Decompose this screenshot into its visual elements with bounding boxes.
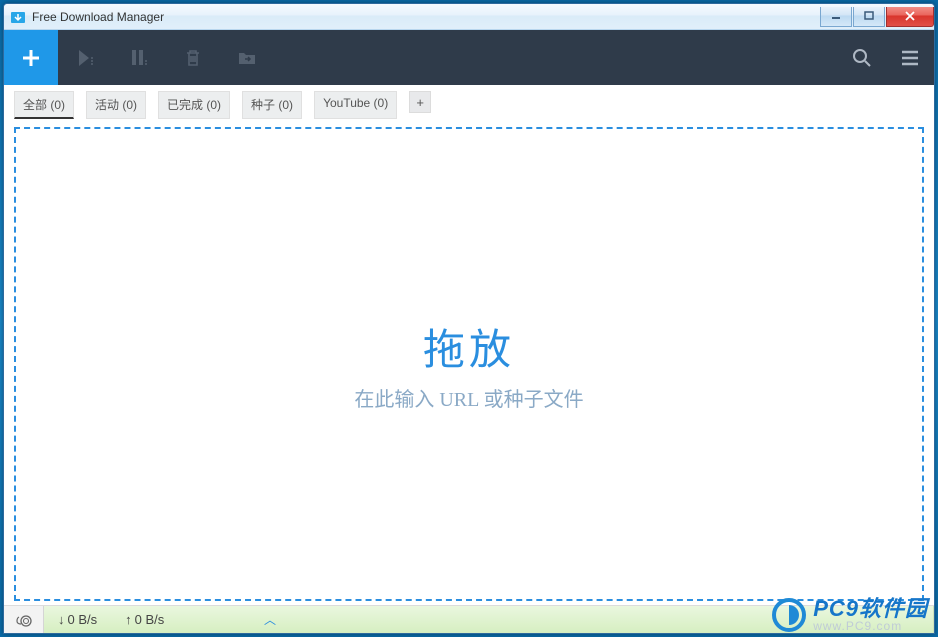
- tab-torrents[interactable]: 种子 (0): [242, 91, 302, 119]
- status-bar: ↓0 B/s ↑0 B/s ︿: [4, 605, 934, 633]
- close-button[interactable]: [886, 7, 934, 27]
- toolbar: [4, 30, 934, 85]
- snail-mode-button[interactable]: [4, 606, 44, 633]
- plus-icon: [19, 46, 43, 70]
- add-download-button[interactable]: [4, 30, 58, 85]
- move-button[interactable]: [220, 30, 274, 85]
- window-controls: [819, 7, 934, 27]
- app-icon: [10, 9, 26, 25]
- up-arrow-icon: ↑: [125, 612, 132, 627]
- start-button[interactable]: [58, 30, 112, 85]
- maximize-button[interactable]: [853, 7, 885, 27]
- maximize-icon: [864, 11, 874, 21]
- menu-button[interactable]: [886, 30, 934, 85]
- pause-button[interactable]: [112, 30, 166, 85]
- chevron-up-icon[interactable]: ︿: [264, 611, 276, 628]
- minimize-icon: [831, 11, 841, 21]
- play-icon: [74, 47, 96, 69]
- trash-icon: [183, 48, 203, 68]
- close-icon: [904, 11, 916, 21]
- tab-completed[interactable]: 已完成 (0): [158, 91, 230, 119]
- down-arrow-icon: ↓: [58, 612, 65, 627]
- drop-zone[interactable]: 拖放 在此输入 URL 或种子文件: [14, 127, 924, 601]
- search-button[interactable]: [838, 30, 886, 85]
- window-title: Free Download Manager: [32, 10, 819, 24]
- filter-tabs: 全部 (0) 活动 (0) 已完成 (0) 种子 (0) YouTube (0)…: [4, 85, 934, 123]
- plus-icon: +: [416, 95, 424, 110]
- upload-speed: ↑0 B/s: [125, 612, 164, 627]
- titlebar: Free Download Manager: [4, 4, 934, 30]
- dropzone-subtitle: 在此输入 URL 或种子文件: [354, 383, 583, 412]
- minimize-button[interactable]: [820, 7, 852, 27]
- speed-panel[interactable]: ↓0 B/s ↑0 B/s ︿: [44, 606, 934, 633]
- add-tab-button[interactable]: +: [409, 91, 431, 113]
- delete-button[interactable]: [166, 30, 220, 85]
- pause-icon: [128, 47, 150, 69]
- dropzone-title: 拖放: [423, 316, 515, 377]
- hamburger-icon: [899, 47, 921, 69]
- download-speed: ↓0 B/s: [58, 612, 97, 627]
- tab-all[interactable]: 全部 (0): [14, 91, 74, 119]
- app-window: Free Download Manager: [3, 3, 935, 634]
- folder-arrow-icon: [237, 48, 257, 68]
- snail-icon: [14, 612, 34, 628]
- tab-active[interactable]: 活动 (0): [86, 91, 146, 119]
- content-area: 拖放 在此输入 URL 或种子文件: [4, 123, 934, 605]
- tab-youtube[interactable]: YouTube (0): [314, 91, 397, 119]
- search-icon: [851, 47, 873, 69]
